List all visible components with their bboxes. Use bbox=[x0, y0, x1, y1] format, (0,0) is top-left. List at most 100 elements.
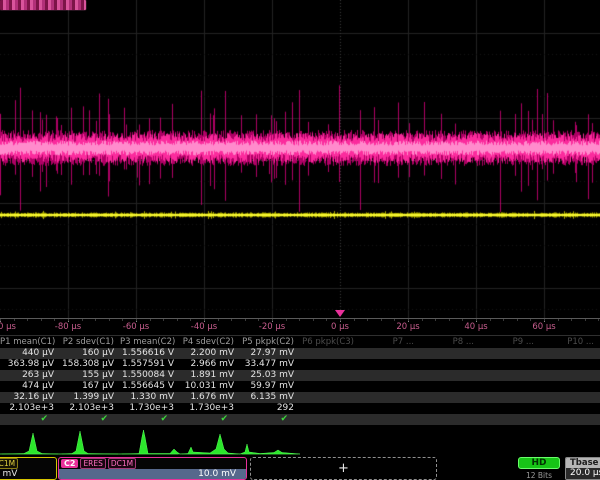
measure-value-cell bbox=[480, 403, 540, 414]
axis-minor-tick bbox=[544, 319, 545, 321]
measure-status-check: ✔ bbox=[240, 414, 300, 425]
c1-volts-per-div: 10.0 mV bbox=[0, 469, 56, 479]
measure-value-cell bbox=[480, 370, 540, 381]
time-tick-label: 40 µs bbox=[464, 322, 487, 332]
axis-minor-tick bbox=[490, 319, 491, 321]
add-channel-button[interactable]: + bbox=[250, 457, 437, 480]
coupling-chip: DC1M bbox=[108, 458, 136, 469]
measure-value-cell: 1.550084 V bbox=[120, 370, 180, 381]
coupling-chip: DC1M bbox=[0, 458, 18, 469]
axis-minor-tick bbox=[231, 319, 232, 321]
time-tick-label: -60 µs bbox=[123, 322, 149, 332]
c2-badge: C2 bbox=[61, 459, 78, 468]
hd-indicator: HD 12 Bits bbox=[518, 457, 560, 480]
footer-bar: C1 ERESDC1M 10.0 mV C2 ERESDC1M 10.0 mV … bbox=[0, 457, 600, 480]
measure-value-cell: 292 bbox=[240, 403, 300, 414]
axis-minor-tick bbox=[408, 319, 409, 321]
measure-column-header[interactable]: P7 ... bbox=[360, 337, 420, 348]
measure-column-header[interactable]: P1 mean(C1) bbox=[0, 337, 60, 348]
trace-label-badge bbox=[0, 0, 86, 10]
measure-value-cell: 32.16 µV bbox=[0, 392, 60, 403]
measure-value-cell bbox=[420, 359, 480, 370]
axis-minor-tick bbox=[598, 319, 599, 321]
measure-value-cell bbox=[480, 359, 540, 370]
measure-column-header[interactable]: P5 pkpk(C2) bbox=[240, 337, 300, 348]
axis-minor-tick bbox=[41, 319, 42, 321]
measure-column-header[interactable]: P9 ... bbox=[480, 337, 540, 348]
timebase-value: 20.0 µs bbox=[566, 468, 600, 479]
axis-minor-tick bbox=[95, 319, 96, 321]
measure-value-cell: 1.399 µV bbox=[60, 392, 120, 403]
trigger-position-marker[interactable] bbox=[335, 310, 345, 317]
measure-value-cell bbox=[300, 370, 360, 381]
axis-minor-tick bbox=[354, 319, 355, 321]
time-tick-label: 60 µs bbox=[532, 322, 555, 332]
measure-value-cell bbox=[480, 392, 540, 403]
measure-value-cell bbox=[420, 381, 480, 392]
measure-value-cell bbox=[540, 381, 600, 392]
histicon bbox=[180, 427, 240, 457]
measure-value-cell bbox=[420, 348, 480, 359]
histicon bbox=[120, 427, 180, 457]
axis-minor-tick bbox=[150, 319, 151, 321]
axis-minor-tick bbox=[163, 319, 164, 321]
histicon bbox=[0, 427, 60, 457]
measure-column-header[interactable]: P10 ... bbox=[540, 337, 600, 348]
histicon-strip bbox=[0, 427, 600, 457]
channel-descriptor-c1[interactable]: C1 ERESDC1M 10.0 mV bbox=[0, 457, 57, 480]
measure-column-header[interactable]: P4 sdev(C2) bbox=[180, 337, 240, 348]
measure-value-cell bbox=[420, 403, 480, 414]
axis-minor-tick bbox=[68, 319, 69, 321]
measure-value-cell: 160 µV bbox=[60, 348, 120, 359]
measure-value-cell: 25.03 mV bbox=[240, 370, 300, 381]
measure-value-cell: 1.330 mV bbox=[120, 392, 180, 403]
measure-value-cell: 1.730e+3 bbox=[180, 403, 240, 414]
measure-column-header[interactable]: P2 sdev(C1) bbox=[60, 337, 120, 348]
measure-value-cell bbox=[300, 359, 360, 370]
measure-value-cell bbox=[360, 392, 420, 403]
table-separator bbox=[0, 335, 600, 336]
axis-minor-tick bbox=[258, 319, 259, 321]
measure-status-check bbox=[420, 414, 480, 425]
waveform-grid-canvas bbox=[0, 0, 600, 318]
time-tick-label: 0 µs bbox=[331, 322, 349, 332]
hd-badge: HD bbox=[518, 457, 560, 469]
measure-value-cell bbox=[420, 370, 480, 381]
measure-value-cell: 440 µV bbox=[0, 348, 60, 359]
measure-value-cell: 2.103e+3 bbox=[60, 403, 120, 414]
measure-value-cell bbox=[540, 359, 600, 370]
time-tick-label: -40 µs bbox=[191, 322, 217, 332]
axis-minor-tick bbox=[394, 319, 395, 321]
axis-minor-tick bbox=[435, 319, 436, 321]
axis-minor-tick bbox=[245, 319, 246, 321]
measure-value-cell bbox=[300, 403, 360, 414]
histicon bbox=[60, 427, 120, 457]
time-tick-label: -100 µs bbox=[0, 322, 16, 332]
measure-value-cell bbox=[420, 392, 480, 403]
axis-minor-tick bbox=[272, 319, 273, 321]
measurement-table: P1 mean(C1)P2 sdev(C1)P3 mean(C2)P4 sdev… bbox=[0, 337, 600, 425]
measure-column-header[interactable]: P8 ... bbox=[420, 337, 480, 348]
axis-minor-tick bbox=[558, 319, 559, 321]
axis-minor-tick bbox=[136, 319, 137, 321]
channel-descriptor-c2[interactable]: C2 ERESDC1M 10.0 mV bbox=[58, 457, 247, 480]
measure-value-cell bbox=[480, 348, 540, 359]
time-tick-label: -80 µs bbox=[55, 322, 81, 332]
axis-minor-tick bbox=[82, 319, 83, 321]
axis-minor-tick bbox=[530, 319, 531, 321]
axis-minor-tick bbox=[218, 319, 219, 321]
measure-value-cell bbox=[300, 392, 360, 403]
measure-value-cell: 6.135 mV bbox=[240, 392, 300, 403]
measure-value-cell bbox=[360, 403, 420, 414]
measure-column-header[interactable]: P6 pkpk(C3) bbox=[300, 337, 360, 348]
histicon bbox=[240, 427, 300, 457]
timebase-descriptor[interactable]: Tbase 20.0 µs bbox=[565, 457, 600, 480]
c2-volts-per-div: 10.0 mV bbox=[59, 469, 246, 479]
measure-value-cell: 27.97 mV bbox=[240, 348, 300, 359]
measure-value-cell: 2.103e+3 bbox=[0, 403, 60, 414]
measure-value-cell: 33.477 mV bbox=[240, 359, 300, 370]
measure-value-cell bbox=[360, 381, 420, 392]
measure-column-header[interactable]: P3 mean(C2) bbox=[120, 337, 180, 348]
axis-minor-tick bbox=[326, 319, 327, 321]
axis-minor-tick bbox=[585, 319, 586, 321]
